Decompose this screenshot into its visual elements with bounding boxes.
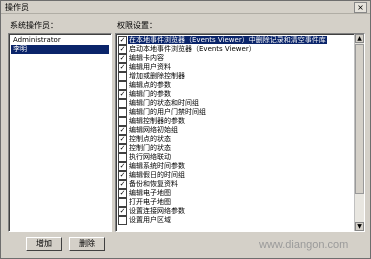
permission-label: 增加或删除控制器 <box>129 72 185 80</box>
add-button[interactable]: 增加 <box>26 237 62 251</box>
permission-label: 编辑门的参数 <box>129 90 171 98</box>
operators-list[interactable]: Administrator 李明 <box>8 33 112 232</box>
permission-row[interactable]: ✓ 编辑卡内容 <box>118 54 350 63</box>
permission-row[interactable]: ✓ 编辑系统时间参数 <box>118 162 350 171</box>
permission-label: 编辑电子地图 <box>129 189 171 197</box>
permission-checkbox[interactable] <box>118 81 127 90</box>
permission-row[interactable]: ✓ 编辑门的参数 <box>118 90 350 99</box>
permission-label: 编辑点的参数 <box>129 81 171 89</box>
permission-checkbox[interactable] <box>118 72 127 81</box>
permission-checkbox[interactable]: ✓ <box>118 45 127 54</box>
permission-checkbox[interactable]: ✓ <box>118 180 127 189</box>
permission-row[interactable]: 编辑门的状态和时间组 <box>118 99 350 108</box>
permission-checkbox[interactable] <box>118 108 127 117</box>
permission-label: 执行网络联动 <box>129 153 171 161</box>
permission-label: 编辑控制器的参数 <box>129 117 185 125</box>
permission-checkbox[interactable]: ✓ <box>118 36 127 45</box>
permission-row[interactable]: 设置用户区域 <box>118 216 350 225</box>
permission-label: 启动本地事件浏览器（Events Viewer） <box>129 45 256 53</box>
permission-checkbox[interactable] <box>118 153 127 162</box>
permission-label: 设置连接网络参数 <box>129 207 185 215</box>
permission-checkbox[interactable] <box>118 99 127 108</box>
permission-row[interactable]: 编辑控制器的参数 <box>118 117 350 126</box>
window-title: 操作员 <box>5 3 29 12</box>
permission-label: 编辑网络初始组 <box>129 126 178 134</box>
operator-item[interactable]: 李明 <box>11 45 109 54</box>
watermark-text: www.diangon.com <box>259 239 349 251</box>
permission-row[interactable]: 编辑点的参数 <box>118 81 350 90</box>
permission-label: 编辑假日的时间组 <box>129 171 185 179</box>
permission-label: 备份和恢复资料 <box>129 180 178 188</box>
permission-checkbox[interactable]: ✓ <box>118 126 127 135</box>
permission-checkbox[interactable]: ✓ <box>118 63 127 72</box>
scroll-thumb[interactable] <box>355 44 364 194</box>
permission-checkbox[interactable]: ✓ <box>118 135 127 144</box>
permission-checkbox[interactable] <box>118 117 127 126</box>
permission-label: 设置用户区域 <box>129 216 171 224</box>
permission-row[interactable]: ✓ 编辑电子地图 <box>118 189 350 198</box>
permission-row[interactable]: 打开电子地图 <box>118 198 350 207</box>
permission-row[interactable]: ✓ 编辑网络初始组 <box>118 126 350 135</box>
permission-checkbox[interactable] <box>118 216 127 225</box>
operator-dialog: 操作员 × 系统操作员： 权限设置： Administrator 李明 ✓ 在本地事… <box>0 0 371 259</box>
permission-label: 控制点的状态 <box>129 135 171 143</box>
permission-label: 在本地事件浏览器（Events Viewer）中删除记录和清空事件库 <box>128 36 327 44</box>
permission-checkbox[interactable]: ✓ <box>118 90 127 99</box>
permission-checkbox[interactable] <box>118 198 127 207</box>
close-icon[interactable]: × <box>354 2 367 13</box>
scroll-down-icon[interactable]: ▼ <box>355 222 364 231</box>
permission-checkbox[interactable]: ✓ <box>118 189 127 198</box>
permissions-label: 权限设置： <box>117 21 157 30</box>
permission-label: 编辑卡内容 <box>129 54 164 62</box>
permission-row[interactable]: 执行网络联动 <box>118 153 350 162</box>
permission-row[interactable]: ✓ 控制点的状态 <box>118 135 350 144</box>
permissions-list[interactable]: ✓ 在本地事件浏览器（Events Viewer）中删除记录和清空事件库 ✓ 启动本地… <box>115 33 365 232</box>
permission-label: 编辑用户资料 <box>129 63 171 71</box>
permission-row[interactable]: 编辑门的用户门禁时间组 <box>118 108 350 117</box>
permission-row[interactable]: ✓ 在本地事件浏览器（Events Viewer）中删除记录和清空事件库 <box>118 36 350 45</box>
permission-checkbox[interactable]: ✓ <box>118 54 127 63</box>
scroll-up-icon[interactable]: ▲ <box>355 34 364 43</box>
permission-checkbox[interactable]: ✓ <box>118 162 127 171</box>
operator-item[interactable]: Administrator <box>11 36 63 45</box>
permission-row[interactable]: ✓ 设置连接网络参数 <box>118 207 350 216</box>
permissions-scrollbar[interactable]: ▲ ▼ <box>354 34 364 231</box>
permission-label: 控制门的状态 <box>129 144 171 152</box>
permission-label: 编辑系统时间参数 <box>129 162 185 170</box>
permission-row[interactable]: 增加或删除控制器 <box>118 72 350 81</box>
permission-label: 编辑门的状态和时间组 <box>129 99 199 107</box>
permission-row[interactable]: ✓ 编辑假日的时间组 <box>118 171 350 180</box>
permission-checkbox[interactable]: ✓ <box>118 207 127 216</box>
permission-row[interactable]: ✓ 编辑用户资料 <box>118 63 350 72</box>
permission-label: 编辑门的用户门禁时间组 <box>129 108 206 116</box>
delete-button[interactable]: 删除 <box>69 237 105 251</box>
permission-row[interactable]: ✓ 备份和恢复资料 <box>118 180 350 189</box>
permission-checkbox[interactable]: ✓ <box>118 171 127 180</box>
permission-row[interactable]: ✓ 控制门的状态 <box>118 144 350 153</box>
permission-checkbox[interactable]: ✓ <box>118 144 127 153</box>
permission-row[interactable]: ✓ 启动本地事件浏览器（Events Viewer） <box>118 45 350 54</box>
permission-label: 打开电子地图 <box>129 198 171 206</box>
title-bar: 操作员 × <box>1 1 370 14</box>
operators-label: 系统操作员： <box>10 21 58 30</box>
